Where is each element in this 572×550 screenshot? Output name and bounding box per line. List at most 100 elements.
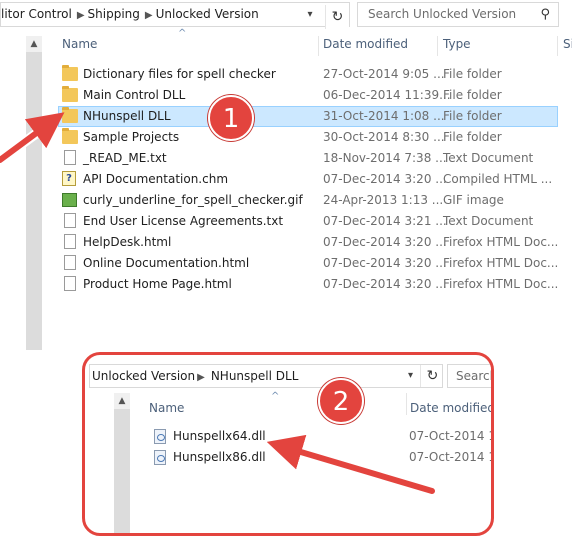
file-type: Firefox HTML Doc... xyxy=(443,235,559,249)
file-date: 24-Apr-2013 1:13 ... xyxy=(323,193,444,207)
file-row[interactable]: Online Documentation.html 07-Dec-2014 3:… xyxy=(58,253,558,274)
file-name: End User License Agreements.txt xyxy=(83,214,284,228)
file-date: 07-Dec-2014 3:20 ... xyxy=(323,277,447,291)
file-row-selected[interactable]: NHunspell DLL 31-Oct-2014 1:08 ... File … xyxy=(58,106,558,127)
chevron-right-icon[interactable]: ▶ xyxy=(77,10,85,21)
column-header-type[interactable]: Type xyxy=(443,37,471,57)
column-divider[interactable] xyxy=(406,393,407,415)
column-divider[interactable] xyxy=(318,36,319,56)
file-name: Sample Projects xyxy=(83,130,180,144)
html-file-icon xyxy=(64,234,76,249)
text-file-icon xyxy=(64,213,76,228)
scroll-up-icon[interactable]: ▲ xyxy=(114,393,130,409)
column-header-date-modified[interactable]: Date modified xyxy=(323,37,408,57)
breadcrumb-item[interactable]: Unlocked Version xyxy=(156,7,259,21)
file-name: curly_underline_for_spell_checker.gif xyxy=(83,193,303,207)
folder-icon xyxy=(62,107,78,123)
file-row[interactable]: Sample Projects 30-Oct-2014 8:30 ... Fil… xyxy=(58,127,558,148)
search-icon[interactable]: ⚲ xyxy=(540,7,550,22)
help-file-icon: ? xyxy=(62,171,76,186)
file-name: API Documentation.chm xyxy=(83,172,229,186)
file-date: 07-Oct-2014 1: xyxy=(409,450,494,464)
file-type: Text Document xyxy=(443,214,534,228)
file-date: 31-Oct-2014 1:08 ... xyxy=(323,109,445,123)
column-header-date-modified[interactable]: Date modified xyxy=(410,401,491,415)
vertical-scrollbar[interactable]: ▲ xyxy=(114,393,130,533)
dll-file-icon xyxy=(154,450,166,465)
refresh-icon[interactable]: ↻ xyxy=(325,5,349,29)
file-name: Online Documentation.html xyxy=(83,256,250,270)
file-name: Hunspellx64.dll xyxy=(173,429,266,443)
sort-ascending-icon: ^ xyxy=(271,391,280,402)
file-row[interactable]: Product Home Page.html 07-Dec-2014 3:20 … xyxy=(58,274,558,295)
file-name: HelpDesk.html xyxy=(83,235,172,249)
column-divider[interactable] xyxy=(557,36,558,56)
file-row[interactable]: Main Control DLL 06-Dec-2014 11:39... Fi… xyxy=(58,85,558,106)
breadcrumb-item[interactable]: NHunspell DLL xyxy=(211,369,299,383)
chevron-right-icon[interactable]: ▶ xyxy=(145,10,153,21)
file-row[interactable]: Dictionary files for spell checker 27-Oc… xyxy=(58,64,558,85)
file-date: 30-Oct-2014 8:30 ... xyxy=(323,130,445,144)
text-file-icon xyxy=(64,150,76,165)
image-file-icon xyxy=(62,193,77,207)
breadcrumb-item[interactable]: Unlocked Version xyxy=(92,369,195,383)
column-header-name[interactable]: Name xyxy=(62,37,97,57)
file-date: 07-Dec-2014 3:20 ... xyxy=(323,235,447,249)
file-date: 06-Dec-2014 11:39... xyxy=(323,88,451,102)
file-type: Compiled HTML ... xyxy=(443,172,553,186)
search-input[interactable]: Search Unlocked Version xyxy=(368,7,516,21)
address-bar[interactable]: Unlocked Version ▶ NHunspell DLL ▾ ↻ xyxy=(89,364,443,388)
folder-icon xyxy=(62,86,78,102)
file-name: _READ_ME.txt xyxy=(83,151,167,165)
file-type: File folder xyxy=(443,109,502,123)
nhunspell-folder-window: Unlocked Version ▶ NHunspell DLL ▾ ↻ Searc… xyxy=(82,352,494,536)
file-name: NHunspell DLL xyxy=(83,109,171,123)
file-type: Text Document xyxy=(443,151,534,165)
column-header-size[interactable]: Si xyxy=(563,37,572,57)
file-row[interactable]: _READ_ME.txt 18-Nov-2014 7:38 ... Text D… xyxy=(58,148,558,169)
folder-icon xyxy=(62,65,78,81)
html-file-icon xyxy=(64,276,76,291)
file-date: 27-Oct-2014 9:05 ... xyxy=(323,67,445,81)
file-date: 07-Oct-2014 1: xyxy=(409,429,494,443)
chevron-right-icon[interactable]: ▶ xyxy=(197,372,205,383)
scroll-up-icon[interactable]: ▲ xyxy=(26,36,42,52)
breadcrumb-item[interactable]: litor Control xyxy=(1,7,72,21)
file-row[interactable]: ? API Documentation.chm 07-Dec-2014 3:20… xyxy=(58,169,558,190)
file-type: File folder xyxy=(443,130,502,144)
file-name: Dictionary files for spell checker xyxy=(83,67,276,81)
file-name: Product Home Page.html xyxy=(83,277,232,291)
file-type: File folder xyxy=(443,88,502,102)
search-input[interactable]: Search xyxy=(456,369,491,383)
callout-badge-1: 1 xyxy=(208,95,254,141)
file-row[interactable]: HelpDesk.html 07-Dec-2014 3:20 ... Firef… xyxy=(58,232,558,253)
column-divider[interactable] xyxy=(437,36,438,56)
search-box[interactable]: Search xyxy=(447,364,491,388)
file-row[interactable]: Hunspellx64.dll 07-Oct-2014 1: xyxy=(151,427,491,447)
file-type: GIF image xyxy=(443,193,504,207)
file-date: 07-Dec-2014 3:20 ... xyxy=(323,172,447,186)
file-row[interactable]: End User License Agreements.txt 07-Dec-2… xyxy=(58,211,558,232)
file-date: 07-Dec-2014 3:20 ... xyxy=(323,256,447,270)
file-row[interactable]: curly_underline_for_spell_checker.gif 24… xyxy=(58,190,558,211)
column-header-name[interactable]: Name xyxy=(149,401,184,415)
file-row[interactable]: Hunspellx86.dll 07-Oct-2014 1: xyxy=(151,448,491,468)
search-box[interactable]: Search Unlocked Version ⚲ xyxy=(357,2,559,27)
file-type: Firefox HTML Doc... xyxy=(443,256,559,270)
address-history-dropdown-icon[interactable]: ▾ xyxy=(299,3,321,26)
vertical-scrollbar[interactable]: ▲ xyxy=(26,36,42,350)
file-name: Hunspellx86.dll xyxy=(173,450,266,464)
breadcrumb-item[interactable]: Shipping xyxy=(88,7,140,21)
file-type: File folder xyxy=(443,67,502,81)
file-type: Firefox HTML Doc... xyxy=(443,277,559,291)
refresh-icon[interactable]: ↻ xyxy=(420,365,444,387)
callout-badge-2: 2 xyxy=(318,378,364,424)
sort-ascending-icon: ^ xyxy=(178,28,187,39)
file-date: 18-Nov-2014 7:38 ... xyxy=(323,151,447,165)
file-name: Main Control DLL xyxy=(83,88,186,102)
file-date: 07-Dec-2014 3:21 ... xyxy=(323,214,447,228)
folder-icon xyxy=(62,128,78,144)
html-file-icon xyxy=(64,255,76,270)
dll-file-icon xyxy=(154,429,166,444)
address-bar[interactable]: litor Control ▶ Shipping ▶ Unlocked Version … xyxy=(0,2,350,29)
